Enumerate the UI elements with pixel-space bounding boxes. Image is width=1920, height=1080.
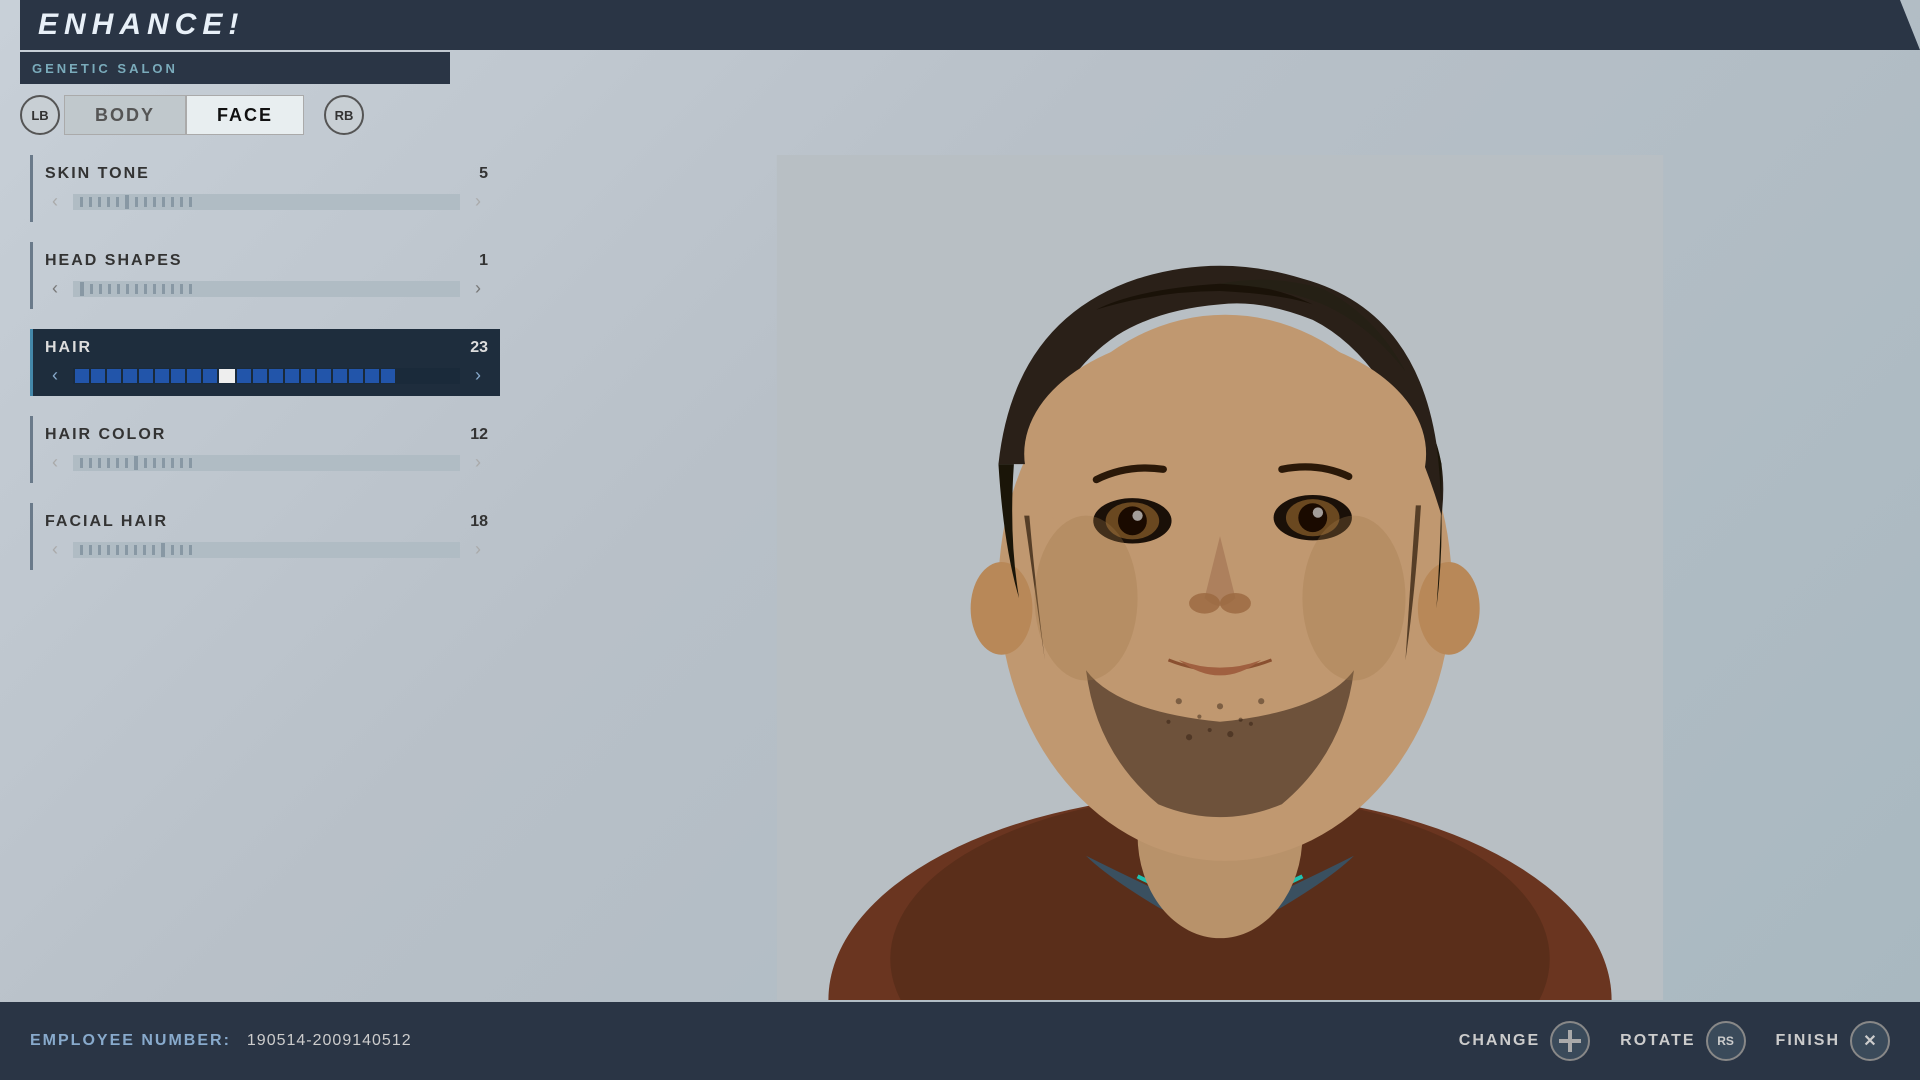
finish-x: ✕ — [1850, 1021, 1890, 1061]
app-title: ENHANCE! — [38, 8, 244, 42]
employee-section: EMPLOYEE NUMBER: 190514-2009140512 — [30, 1032, 412, 1050]
hair-next[interactable]: › — [468, 365, 488, 386]
option-skin-tone[interactable]: SKIN TONE 5 ‹ — [30, 155, 500, 222]
bottom-bar: EMPLOYEE NUMBER: 190514-2009140512 CHANG… — [0, 1002, 1920, 1080]
character-preview-area — [520, 155, 1920, 1000]
hair-slider[interactable] — [73, 368, 460, 384]
app-subtitle: GENETIC SALON — [32, 61, 178, 76]
title-box: ENHANCE! — [20, 0, 1920, 50]
rotate-label: ROTATE — [1620, 1032, 1695, 1050]
head-shapes-next[interactable]: › — [468, 278, 488, 299]
head-shapes-slider[interactable] — [73, 281, 460, 297]
head-shapes-prev[interactable]: ‹ — [45, 278, 65, 299]
nav-row: LB BODY FACE RB — [20, 95, 364, 135]
employee-label: EMPLOYEE NUMBER: — [30, 1032, 231, 1050]
skin-tone-next[interactable]: › — [468, 191, 488, 212]
hair-prev[interactable]: ‹ — [45, 365, 65, 386]
option-hair[interactable]: HAIR 23 ‹ — [30, 329, 500, 396]
option-head-shapes[interactable]: HEAD SHAPES 1 ‹ — [30, 242, 500, 309]
character-face-svg — [520, 155, 1920, 1000]
rotate-rs: RS — [1706, 1021, 1746, 1061]
hair-color-slider[interactable] — [73, 455, 460, 471]
tab-face[interactable]: FACE — [186, 95, 304, 135]
change-button[interactable]: CHANGE — [1459, 1021, 1590, 1061]
option-facial-hair[interactable]: FACIAL HAIR 18 ‹ — [30, 503, 500, 570]
hair-color-next[interactable]: › — [468, 452, 488, 473]
facial-hair-next[interactable]: › — [468, 539, 488, 560]
options-panel: SKIN TONE 5 ‹ — [30, 155, 500, 1000]
option-hair-color[interactable]: HAIR COLOR 12 ‹ — [30, 416, 500, 483]
change-dpad — [1550, 1021, 1590, 1061]
hair-color-prev[interactable]: ‹ — [45, 452, 65, 473]
skin-tone-prev[interactable]: ‹ — [45, 191, 65, 212]
employee-number: 190514-2009140512 — [247, 1032, 412, 1050]
tab-body[interactable]: BODY — [64, 95, 186, 135]
rb-button[interactable]: RB — [324, 95, 364, 135]
rotate-button[interactable]: ROTATE RS — [1620, 1021, 1745, 1061]
lb-button[interactable]: LB — [20, 95, 60, 135]
change-label: CHANGE — [1459, 1032, 1540, 1050]
finish-label: FINISH — [1776, 1032, 1840, 1050]
facial-hair-slider[interactable] — [73, 542, 460, 558]
finish-button[interactable]: FINISH ✕ — [1776, 1021, 1890, 1061]
facial-hair-prev[interactable]: ‹ — [45, 539, 65, 560]
action-buttons: CHANGE ROTATE RS FINISH ✕ — [1459, 1021, 1890, 1061]
skin-tone-slider[interactable] — [73, 194, 460, 210]
subtitle-bar: GENETIC SALON — [20, 52, 450, 84]
